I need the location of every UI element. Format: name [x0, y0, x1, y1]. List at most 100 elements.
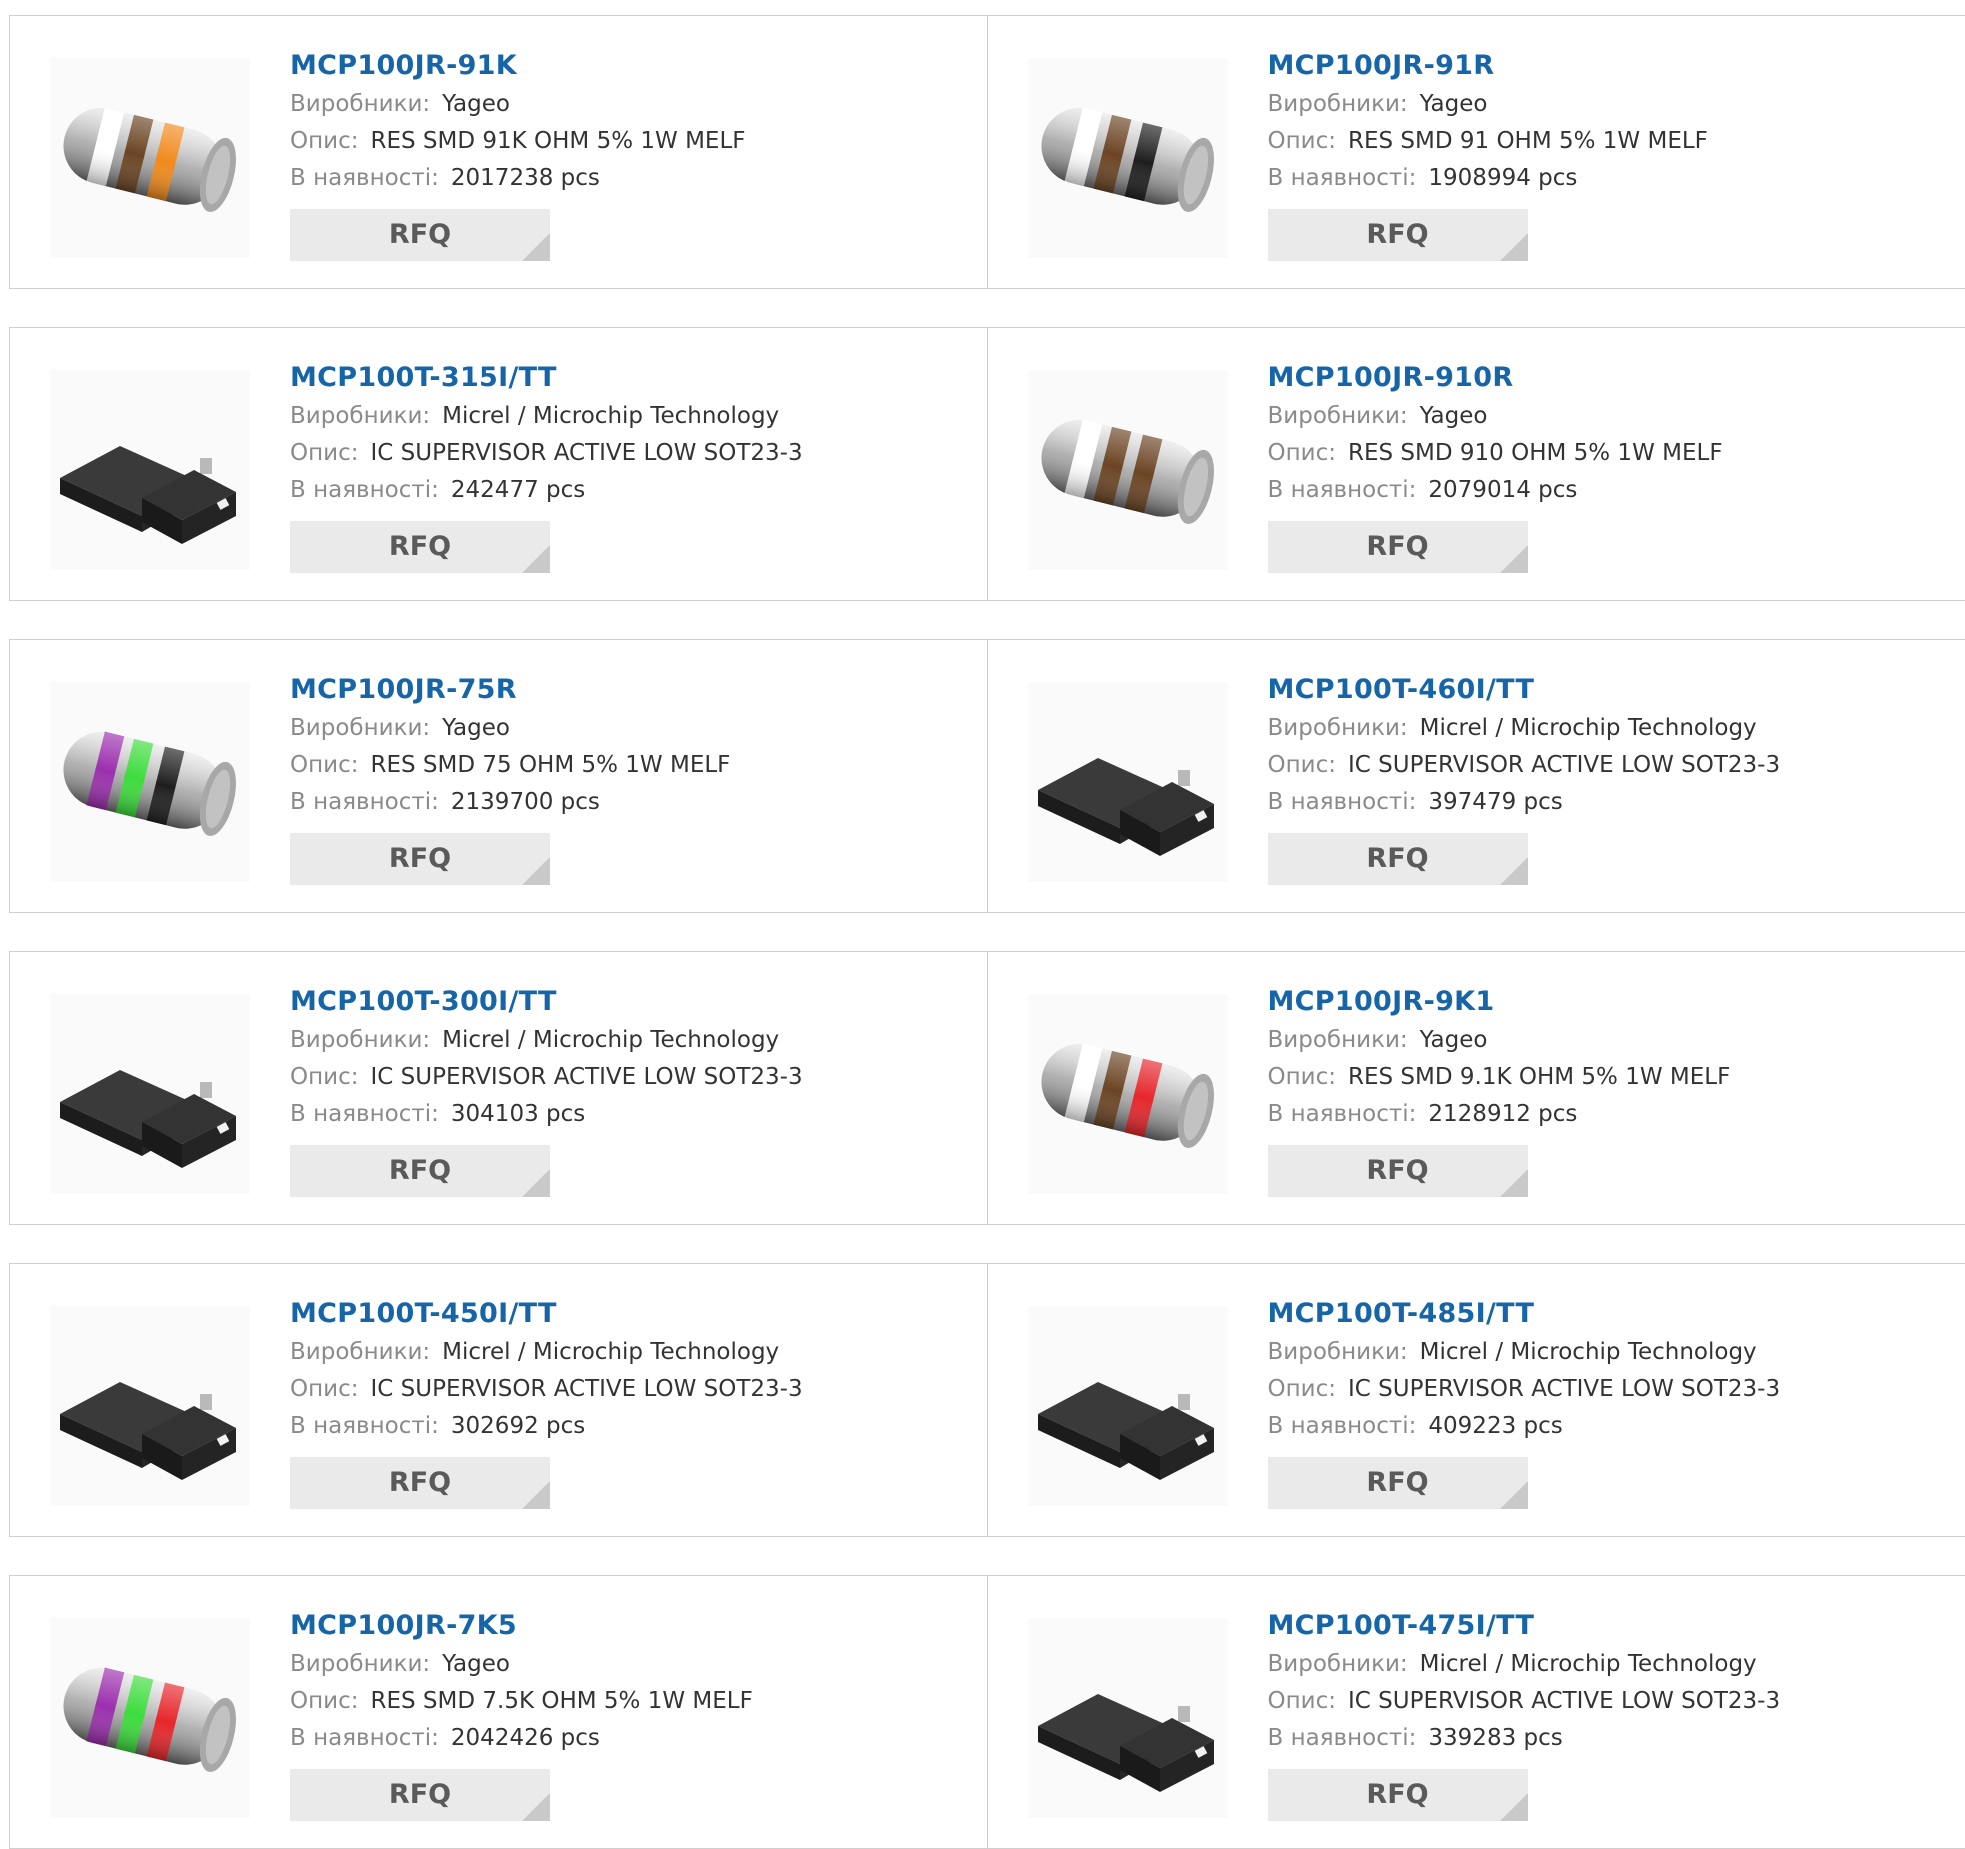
- manufacturer-row: Виробники:Micrel / Microchip Technology: [290, 1334, 803, 1371]
- stock-value: 2079014 pcs: [1428, 477, 1577, 503]
- rfq-corner-decoration: [1500, 857, 1528, 885]
- stock-value: 2128912 pcs: [1428, 1101, 1577, 1127]
- rfq-label: RFQ: [1366, 1779, 1428, 1810]
- product-image[interactable]: [1028, 1618, 1228, 1818]
- part-number-link[interactable]: MCP100T-460I/TT: [1268, 670, 1781, 710]
- stock-row: В наявності: 2017238 pcs: [290, 160, 746, 197]
- manufacturer-row: Виробники:Yageo: [290, 1646, 753, 1683]
- rfq-label: RFQ: [389, 531, 451, 562]
- product-image[interactable]: [50, 1618, 250, 1818]
- part-number-link[interactable]: MCP100T-475I/TT: [1268, 1606, 1781, 1646]
- part-number-link[interactable]: MCP100T-300I/TT: [290, 982, 803, 1022]
- product-info: MCP100JR-9K1 Виробники:Yageo Опис:RES SM…: [1268, 982, 1731, 1197]
- manufacturer-label: Виробники:: [290, 1339, 430, 1365]
- part-number-link[interactable]: MCP100T-450I/TT: [290, 1294, 803, 1334]
- description-value: RES SMD 910 OHM 5% 1W MELF: [1348, 440, 1723, 466]
- rfq-button[interactable]: RFQ: [1268, 521, 1528, 573]
- manufacturer-value: Micrel / Microchip Technology: [442, 403, 779, 429]
- stock-label: В наявності:: [290, 1725, 439, 1751]
- stock-value: 1908994 pcs: [1428, 165, 1577, 191]
- manufacturer-value: Yageo: [1420, 403, 1488, 429]
- rfq-corner-decoration: [1500, 1481, 1528, 1509]
- product-image[interactable]: [50, 994, 250, 1194]
- part-number-link[interactable]: MCP100JR-9K1: [1268, 982, 1731, 1022]
- rfq-button[interactable]: RFQ: [1268, 1769, 1528, 1821]
- description-value: IC SUPERVISOR ACTIVE LOW SOT23-3: [1348, 1688, 1780, 1714]
- rfq-button[interactable]: RFQ: [290, 209, 550, 261]
- product-info: MCP100T-300I/TT Виробники:Micrel / Micro…: [290, 982, 803, 1197]
- product-row: MCP100T-315I/TT Виробники: Micrel / Micro…: [9, 327, 1965, 601]
- manufacturer-label: Виробники:: [1268, 715, 1408, 741]
- product-card: MCP100T-460I/TT Виробники:Micrel / Micro…: [988, 640, 1965, 912]
- manufacturer-value: Yageo: [1420, 1027, 1488, 1053]
- rfq-button[interactable]: RFQ: [290, 833, 550, 885]
- product-image[interactable]: [50, 370, 250, 570]
- sot23-package-icon: [50, 1306, 250, 1506]
- product-image[interactable]: [1028, 1306, 1228, 1506]
- description-value: RES SMD 7.5K OHM 5% 1W MELF: [370, 1688, 752, 1714]
- stock-row: В наявності:242477 pcs: [290, 472, 803, 509]
- product-info: MCP100T-450I/TT Виробники:Micrel / Micro…: [290, 1294, 803, 1509]
- stock-row: В наявності:339283 pcs: [1268, 1720, 1781, 1757]
- manufacturer-label: Виробники:: [1268, 91, 1408, 117]
- rfq-button[interactable]: RFQ: [290, 1457, 550, 1509]
- stock-value: 302692 pcs: [451, 1413, 585, 1439]
- description-row: Опис:IC SUPERVISOR ACTIVE LOW SOT23-3: [290, 1371, 803, 1408]
- part-number-link[interactable]: MCP100JR-7K5: [290, 1606, 753, 1646]
- description-value: RES SMD 9.1K OHM 5% 1W MELF: [1348, 1064, 1730, 1090]
- product-image[interactable]: [50, 682, 250, 882]
- part-number-link[interactable]: MCP100JR-75R: [290, 670, 730, 710]
- manufacturer-row: Виробники:Yageo: [290, 710, 730, 747]
- melf-resistor-icon: [50, 1618, 250, 1818]
- product-image[interactable]: [1028, 994, 1228, 1194]
- part-number-link[interactable]: MCP100T-315I/TT: [290, 358, 803, 398]
- part-number-link[interactable]: MCP100T-485I/TT: [1268, 1294, 1781, 1334]
- product-image[interactable]: [1028, 682, 1228, 882]
- description-label: Опис:: [1268, 1688, 1336, 1714]
- stock-row: В наявності:2139700 pcs: [290, 784, 730, 821]
- description-label: Опис:: [290, 440, 358, 466]
- stock-label: В наявності:: [290, 1413, 439, 1439]
- part-number-link[interactable]: MCP100JR-91K: [290, 46, 746, 86]
- manufacturer-label: Виробники:: [1268, 403, 1408, 429]
- description-value: IC SUPERVISOR ACTIVE LOW SOT23-3: [370, 1376, 802, 1402]
- description-value: IC SUPERVISOR ACTIVE LOW SOT23-3: [1348, 1376, 1780, 1402]
- manufacturer-row: Виробники:Micrel / Microchip Technology: [1268, 1646, 1781, 1683]
- rfq-button[interactable]: RFQ: [290, 1145, 550, 1197]
- manufacturer-row: Виробники: Yageo: [1268, 398, 1723, 435]
- description-label: Опис:: [1268, 1376, 1336, 1402]
- product-card: MCP100JR-75R Виробники:Yageo Опис:RES SM…: [10, 640, 988, 912]
- rfq-button[interactable]: RFQ: [290, 1769, 550, 1821]
- part-number-link[interactable]: MCP100JR-91R: [1268, 46, 1708, 86]
- rfq-button[interactable]: RFQ: [290, 521, 550, 573]
- melf-resistor-icon: [1028, 370, 1228, 570]
- description-row: Опис: IC SUPERVISOR ACTIVE LOW SOT23-3: [1268, 1683, 1781, 1720]
- manufacturer-label: Виробники:: [290, 91, 430, 117]
- product-image[interactable]: [50, 1306, 250, 1506]
- manufacturer-row: Виробники:Micrel / Microchip Technology: [290, 1022, 803, 1059]
- description-row: Опис:RES SMD 9.1K OHM 5% 1W MELF: [1268, 1059, 1731, 1096]
- product-image[interactable]: [1028, 58, 1228, 258]
- rfq-button[interactable]: RFQ: [1268, 1145, 1528, 1197]
- rfq-button[interactable]: RFQ: [1268, 209, 1528, 261]
- rfq-button[interactable]: RFQ: [1268, 1457, 1528, 1509]
- rfq-label: RFQ: [389, 1779, 451, 1810]
- stock-label: В наявності:: [290, 477, 439, 503]
- product-info: MCP100T-460I/TT Виробники:Micrel / Micro…: [1268, 670, 1781, 885]
- product-image[interactable]: [1028, 370, 1228, 570]
- part-number-link[interactable]: MCP100JR-910R: [1268, 358, 1723, 398]
- stock-label: В наявності:: [290, 165, 439, 191]
- rfq-label: RFQ: [389, 1467, 451, 1498]
- product-image[interactable]: [50, 58, 250, 258]
- stock-label: В наявності:: [1268, 165, 1417, 191]
- rfq-button[interactable]: RFQ: [1268, 833, 1528, 885]
- stock-value: 397479 pcs: [1428, 789, 1562, 815]
- product-info: MCP100T-315I/TT Виробники:Micrel / Micro…: [290, 358, 803, 573]
- product-row: MCP100JR-75R Виробники:Yageo Опис:RES SM…: [9, 639, 1965, 913]
- manufacturer-row: Виробники:Micrel / Microchip Technology: [1268, 1334, 1781, 1371]
- manufacturer-label: Виробники:: [290, 715, 430, 741]
- stock-value: 2017238 pcs: [451, 165, 600, 191]
- melf-resistor-icon: [50, 682, 250, 882]
- description-label: Опис:: [290, 1688, 358, 1714]
- product-info: MCP100JR-75R Виробники:Yageo Опис:RES SM…: [290, 670, 730, 885]
